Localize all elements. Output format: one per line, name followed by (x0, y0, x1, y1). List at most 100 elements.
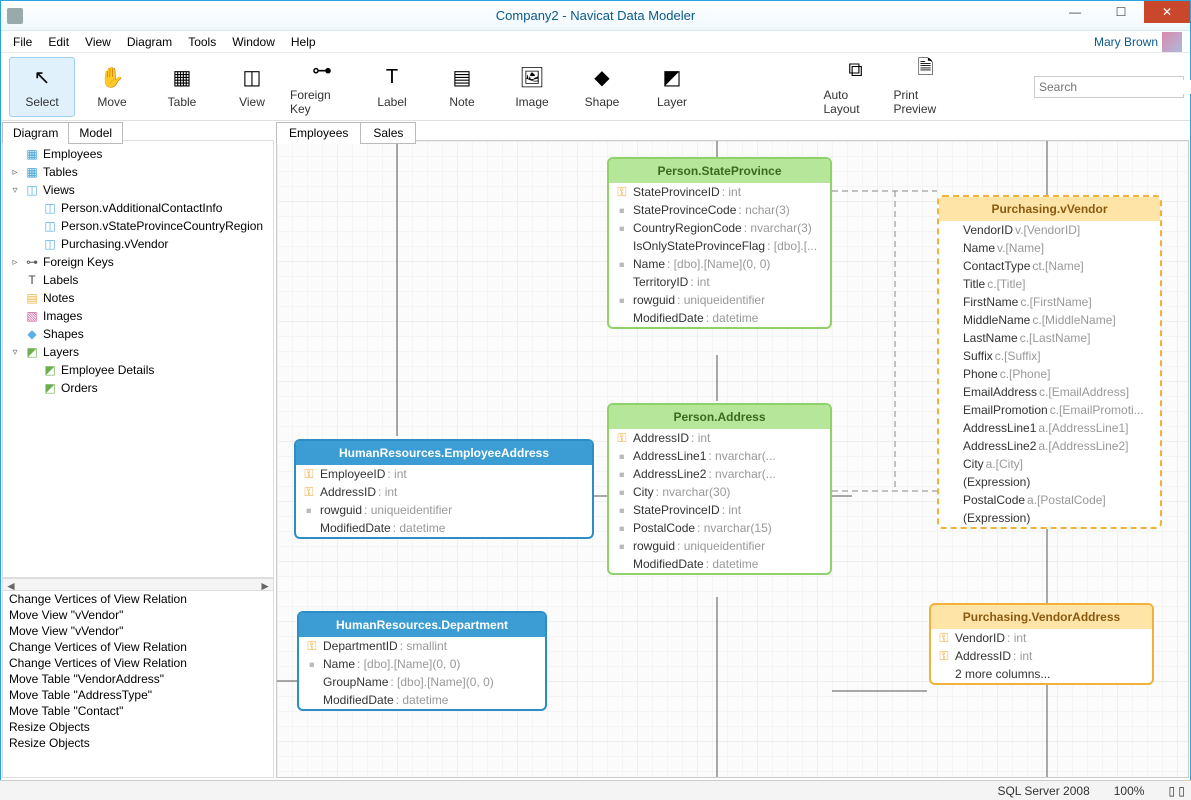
entity-state-province[interactable]: Person.StateProvince⚿StateProvinceID: in… (607, 157, 832, 329)
toolbtn-layer[interactable]: ◩Layer (639, 57, 705, 117)
minimize-button[interactable]: — (1052, 1, 1098, 23)
toolbtn-shape[interactable]: ◆Shape (569, 57, 635, 117)
entity-department[interactable]: HumanResources.Department⚿DepartmentID: … (297, 611, 547, 711)
toolbtn-move[interactable]: ✋Move (79, 57, 145, 117)
column-row[interactable]: Suffix c.[Suffix] (939, 347, 1160, 365)
column-row[interactable]: ⚿DepartmentID: smallint (299, 637, 545, 655)
column-row[interactable]: TerritoryID: int (609, 273, 830, 291)
close-button[interactable]: ✕ (1144, 1, 1190, 23)
history-panel[interactable]: ◄► Change Vertices of View RelationMove … (2, 578, 274, 778)
tree-item[interactable]: ▿◫Views (3, 181, 273, 199)
entity-title[interactable]: HumanResources.Department (299, 613, 545, 637)
scroll-right-icon[interactable]: ► (259, 579, 271, 590)
entity-title[interactable]: HumanResources.EmployeeAddress (296, 441, 592, 465)
tree-item[interactable]: ◆Shapes (3, 325, 273, 343)
entity-title[interactable]: Person.StateProvince (609, 159, 830, 183)
history-item[interactable]: Move Table "AddressType" (3, 687, 273, 703)
column-row[interactable]: ◆rowguid: uniqueidentifier (609, 537, 830, 555)
scroll-left-icon[interactable]: ◄ (5, 579, 17, 590)
column-row[interactable]: ContactType ct.[Name] (939, 257, 1160, 275)
tree-item[interactable]: ◫Person.vAdditionalContactInfo (3, 199, 273, 217)
history-item[interactable]: Move View "vVendor" (3, 607, 273, 623)
column-row[interactable]: EmailPromotion c.[EmailPromoti... (939, 401, 1160, 419)
toolbtn-print-preview[interactable]: 🗎Print Preview (893, 57, 959, 117)
maximize-button[interactable]: ☐ (1098, 1, 1144, 23)
entity-employee-address[interactable]: HumanResources.EmployeeAddress⚿EmployeeI… (294, 439, 594, 539)
expand-icon[interactable]: ▿ (9, 185, 21, 196)
history-item[interactable]: Resize Objects (3, 719, 273, 735)
column-row[interactable]: VendorID v.[VendorID] (939, 221, 1160, 239)
search-input[interactable] (1039, 80, 1191, 94)
tree-item[interactable]: ◩Employee Details (3, 361, 273, 379)
menu-view[interactable]: View (77, 33, 119, 51)
tab-diagram[interactable]: Diagram (2, 122, 69, 144)
expand-icon[interactable]: ▿ (9, 347, 21, 358)
column-row[interactable]: ◆Name: [dbo].[Name](0, 0) (299, 655, 545, 673)
column-row[interactable]: Phone c.[Phone] (939, 365, 1160, 383)
column-row[interactable]: ◆PostalCode: nvarchar(15) (609, 519, 830, 537)
column-row[interactable]: ⚿AddressID: int (609, 429, 830, 447)
toolbtn-auto-layout[interactable]: ⧉Auto Layout (823, 57, 889, 117)
column-row[interactable]: (Expression) (939, 509, 1160, 527)
column-row[interactable]: ◆CountryRegionCode: nvarchar(3) (609, 219, 830, 237)
menu-edit[interactable]: Edit (40, 33, 77, 51)
menu-tools[interactable]: Tools (180, 33, 224, 51)
column-row[interactable]: ◆rowguid: uniqueidentifier (609, 291, 830, 309)
tree-item[interactable]: ▤Notes (3, 289, 273, 307)
tree-item[interactable]: ◫Person.vStateProvinceCountryRegion (3, 217, 273, 235)
entity-title[interactable]: Purchasing.vVendor (939, 197, 1160, 221)
tree-item[interactable]: ▧Images (3, 307, 273, 325)
tab-sales[interactable]: Sales (360, 122, 416, 144)
tree-item[interactable]: ◩Orders (3, 379, 273, 397)
column-row[interactable]: ModifiedDate: datetime (609, 309, 830, 327)
tree-item[interactable]: TLabels (3, 271, 273, 289)
tree-item[interactable]: ▿◩Layers (3, 343, 273, 361)
toolbtn-view[interactable]: ◫View (219, 57, 285, 117)
toolbtn-select[interactable]: ↖Select (9, 57, 75, 117)
toolbtn-foreign-key[interactable]: ⊶Foreign Key (289, 57, 355, 117)
column-row[interactable]: ModifiedDate: datetime (299, 691, 545, 709)
tree-item[interactable]: ◫Purchasing.vVendor (3, 235, 273, 253)
column-row[interactable]: MiddleName c.[MiddleName] (939, 311, 1160, 329)
toolbtn-image[interactable]: 🖼Image (499, 57, 565, 117)
menu-diagram[interactable]: Diagram (119, 33, 180, 51)
column-row[interactable]: City a.[City] (939, 455, 1160, 473)
history-item[interactable]: Change Vertices of View Relation (3, 591, 273, 607)
tab-employees[interactable]: Employees (276, 122, 361, 144)
column-row[interactable]: ◆AddressLine1: nvarchar(... (609, 447, 830, 465)
history-item[interactable]: Move Table "Contact" (3, 703, 273, 719)
column-row[interactable]: Name v.[Name] (939, 239, 1160, 257)
tree[interactable]: ▦Employees▹▦Tables▿◫Views◫Person.vAdditi… (2, 140, 274, 578)
column-row[interactable]: ⚿AddressID: int (931, 647, 1152, 665)
column-row[interactable]: ⚿EmployeeID: int (296, 465, 592, 483)
history-item[interactable]: Move Table "VendorAddress" (3, 671, 273, 687)
column-row[interactable]: ◆StateProvinceID: int (609, 501, 830, 519)
column-row[interactable]: EmailAddress c.[EmailAddress] (939, 383, 1160, 401)
column-row[interactable]: ModifiedDate: datetime (296, 519, 592, 537)
toolbtn-table[interactable]: ▦Table (149, 57, 215, 117)
history-item[interactable]: Change Vertices of View Relation (3, 655, 273, 671)
expand-icon[interactable]: ▹ (9, 167, 21, 178)
column-row[interactable]: ◆AddressLine2: nvarchar(... (609, 465, 830, 483)
history-item[interactable]: Resize Objects (3, 735, 273, 751)
diagram-canvas[interactable]: Person.StateProvince⚿StateProvinceID: in… (276, 140, 1189, 778)
tree-item[interactable]: ▦Employees (3, 145, 273, 163)
column-row[interactable]: PostalCode a.[PostalCode] (939, 491, 1160, 509)
history-item[interactable]: Change Vertices of View Relation (3, 639, 273, 655)
column-row[interactable]: 2 more columns... (931, 665, 1152, 683)
entity-address[interactable]: Person.Address⚿AddressID: int◆AddressLin… (607, 403, 832, 575)
entity-vvendor[interactable]: Purchasing.vVendorVendorID v.[VendorID]N… (937, 195, 1162, 529)
column-row[interactable]: ⚿StateProvinceID: int (609, 183, 830, 201)
column-row[interactable]: ◆StateProvinceCode: nchar(3) (609, 201, 830, 219)
user-name[interactable]: Mary Brown (1094, 35, 1158, 49)
column-row[interactable]: GroupName: [dbo].[Name](0, 0) (299, 673, 545, 691)
tree-item[interactable]: ▹⊶Foreign Keys (3, 253, 273, 271)
search-box[interactable]: 🔍 (1034, 76, 1184, 98)
tab-model[interactable]: Model (68, 122, 123, 144)
view-mode-icons[interactable]: ▯ ▯ (1168, 784, 1185, 798)
menu-file[interactable]: File (5, 33, 40, 51)
toolbtn-note[interactable]: ▤Note (429, 57, 495, 117)
column-row[interactable]: IsOnlyStateProvinceFlag: [dbo].[... (609, 237, 830, 255)
column-row[interactable]: ◆rowguid: uniqueidentifier (296, 501, 592, 519)
column-row[interactable]: AddressLine1 a.[AddressLine1] (939, 419, 1160, 437)
